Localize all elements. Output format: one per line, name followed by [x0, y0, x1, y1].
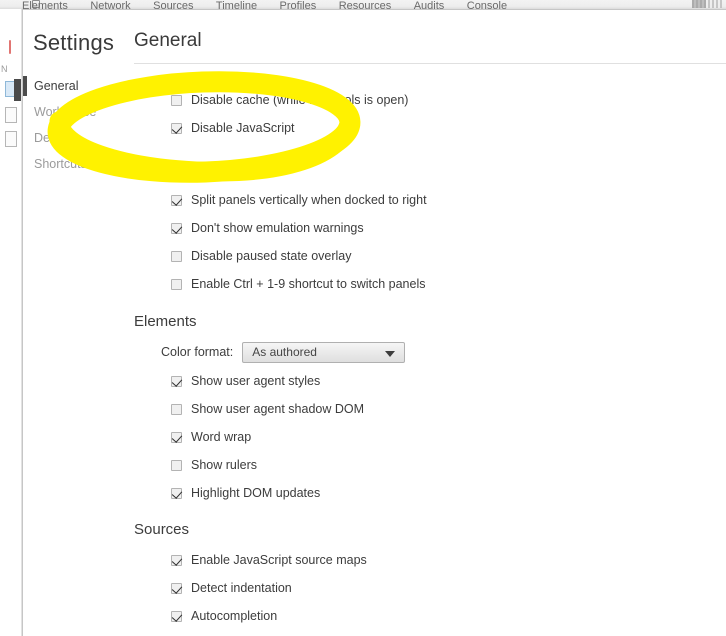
color-format-label: Color format: [161, 345, 234, 359]
settings-content: Disable cache (while DevTools is open) D… [134, 73, 726, 636]
chevron-down-icon [385, 350, 396, 357]
checkbox-dont-show-emulation-warnings[interactable] [171, 222, 182, 234]
setting-row-clipped-bottom[interactable] [134, 630, 726, 636]
setting-label: Disable cache (while DevTools is open) [191, 93, 409, 107]
sidebar-item-general[interactable]: General [23, 73, 127, 99]
setting-row-enable-ctrl-shortcut[interactable]: Enable Ctrl + 1-9 shortcut to switch pan… [134, 270, 726, 298]
setting-label: Detect indentation [191, 581, 292, 595]
page-title: General [134, 30, 202, 51]
setting-row-disable-javascript[interactable]: Disable JavaScript [134, 114, 726, 142]
setting-row-show-rulers[interactable]: Show rulers [134, 451, 726, 479]
setting-row-highlight-dom-updates[interactable]: Highlight DOM updates [134, 479, 726, 507]
section-heading-sources: Sources [134, 521, 190, 538]
sidebar-item-devices[interactable]: Devices [23, 125, 127, 151]
setting-row-word-wrap[interactable]: Word wrap [134, 423, 726, 451]
setting-label: Don't show emulation warnings [191, 221, 364, 235]
checkbox-highlight-dom-updates[interactable] [171, 487, 182, 499]
page-red-accent-mark [9, 40, 11, 54]
setting-row-enable-javascript-source-maps[interactable]: Enable JavaScript source maps [134, 546, 726, 574]
header-divider [134, 63, 726, 64]
checkbox-word-wrap[interactable] [171, 431, 182, 443]
setting-label: Enable Ctrl + 1-9 shortcut to switch pan… [191, 277, 426, 291]
setting-row-disable-paused-state-overlay[interactable]: Disable paused state overlay [134, 242, 726, 270]
setting-label: Highlight DOM updates [191, 486, 321, 500]
settings-group-appearance: Appearance Split panels vertically when … [134, 142, 726, 298]
page-thumbnail-2 [5, 107, 17, 123]
setting-row-split-panels-vertically[interactable]: Split panels vertically when docked to r… [134, 186, 726, 214]
setting-label: Split panels vertically when docked to r… [191, 193, 427, 207]
setting-label: Word wrap [191, 430, 252, 444]
checkbox-disable-javascript[interactable] [171, 122, 182, 134]
sidebar-item-label: General [34, 79, 79, 93]
setting-label: Autocompletion [191, 609, 278, 623]
setting-row-autocompletion[interactable]: Autocompletion [134, 602, 726, 630]
setting-label: Show user agent shadow DOM [191, 402, 365, 416]
setting-label: Disable paused state overlay [191, 249, 352, 263]
setting-label: Enable JavaScript source maps [191, 553, 367, 567]
settings-nav-list: General Workspace Devices Shortcuts [23, 73, 127, 177]
underlying-page-left-rail: N [0, 9, 23, 636]
checkbox-show-user-agent-styles[interactable] [171, 375, 182, 387]
devtools-settings-panel: Settings General General Workspace Devic… [22, 9, 726, 636]
checkbox-show-user-agent-shadow-dom[interactable] [171, 403, 182, 415]
section-heading-elements: Elements [134, 313, 197, 330]
settings-group-elements: Elements Color format: As authored Show … [134, 298, 726, 507]
checkbox-enable-javascript-source-maps[interactable] [171, 554, 182, 566]
settings-panel-title: Settings [33, 30, 115, 55]
setting-label: Show user agent styles [191, 374, 321, 388]
setting-row-show-user-agent-styles[interactable]: Show user agent styles [134, 367, 726, 395]
sidebar-item-shortcuts[interactable]: Shortcuts [23, 151, 127, 177]
setting-label: Disable JavaScript [191, 121, 295, 135]
devtools-toolbar-right-icons[interactable] [692, 0, 722, 8]
setting-row-disable-cache[interactable]: Disable cache (while DevTools is open) [134, 86, 726, 114]
checkbox-enable-ctrl-shortcut[interactable] [171, 278, 182, 290]
checkbox-detect-indentation[interactable] [171, 582, 182, 594]
setting-label: Show rulers [191, 458, 257, 472]
checkbox-disable-paused-state-overlay[interactable] [171, 250, 182, 262]
setting-row-dont-show-emulation-warnings[interactable]: Don't show emulation warnings [134, 214, 726, 242]
page-letter-mark: N [1, 64, 8, 74]
page-thumbnail-3 [5, 131, 17, 147]
sidebar-item-workspace[interactable]: Workspace [23, 99, 127, 125]
settings-group-sources: Sources Enable JavaScript source maps De… [134, 507, 726, 636]
color-format-value: As authored [252, 345, 317, 359]
setting-row-color-format: Color format: As authored [134, 337, 726, 367]
sidebar-item-label: Workspace [34, 105, 97, 119]
setting-row-show-user-agent-shadow-dom[interactable]: Show user agent shadow DOM [134, 395, 726, 423]
settings-group-top: Disable cache (while DevTools is open) D… [134, 73, 726, 142]
setting-row-detect-indentation[interactable]: Detect indentation [134, 574, 726, 602]
checkbox-split-panels-vertically[interactable] [171, 194, 182, 206]
sidebar-item-label: Devices [34, 131, 79, 145]
color-format-select[interactable]: As authored [242, 341, 406, 363]
sidebar-item-label: Shortcuts [34, 157, 87, 171]
checkbox-autocompletion[interactable] [171, 610, 182, 622]
checkbox-disable-cache[interactable] [171, 94, 182, 106]
checkbox-show-rulers[interactable] [171, 459, 182, 471]
section-heading-appearance: Appearance [134, 161, 215, 178]
